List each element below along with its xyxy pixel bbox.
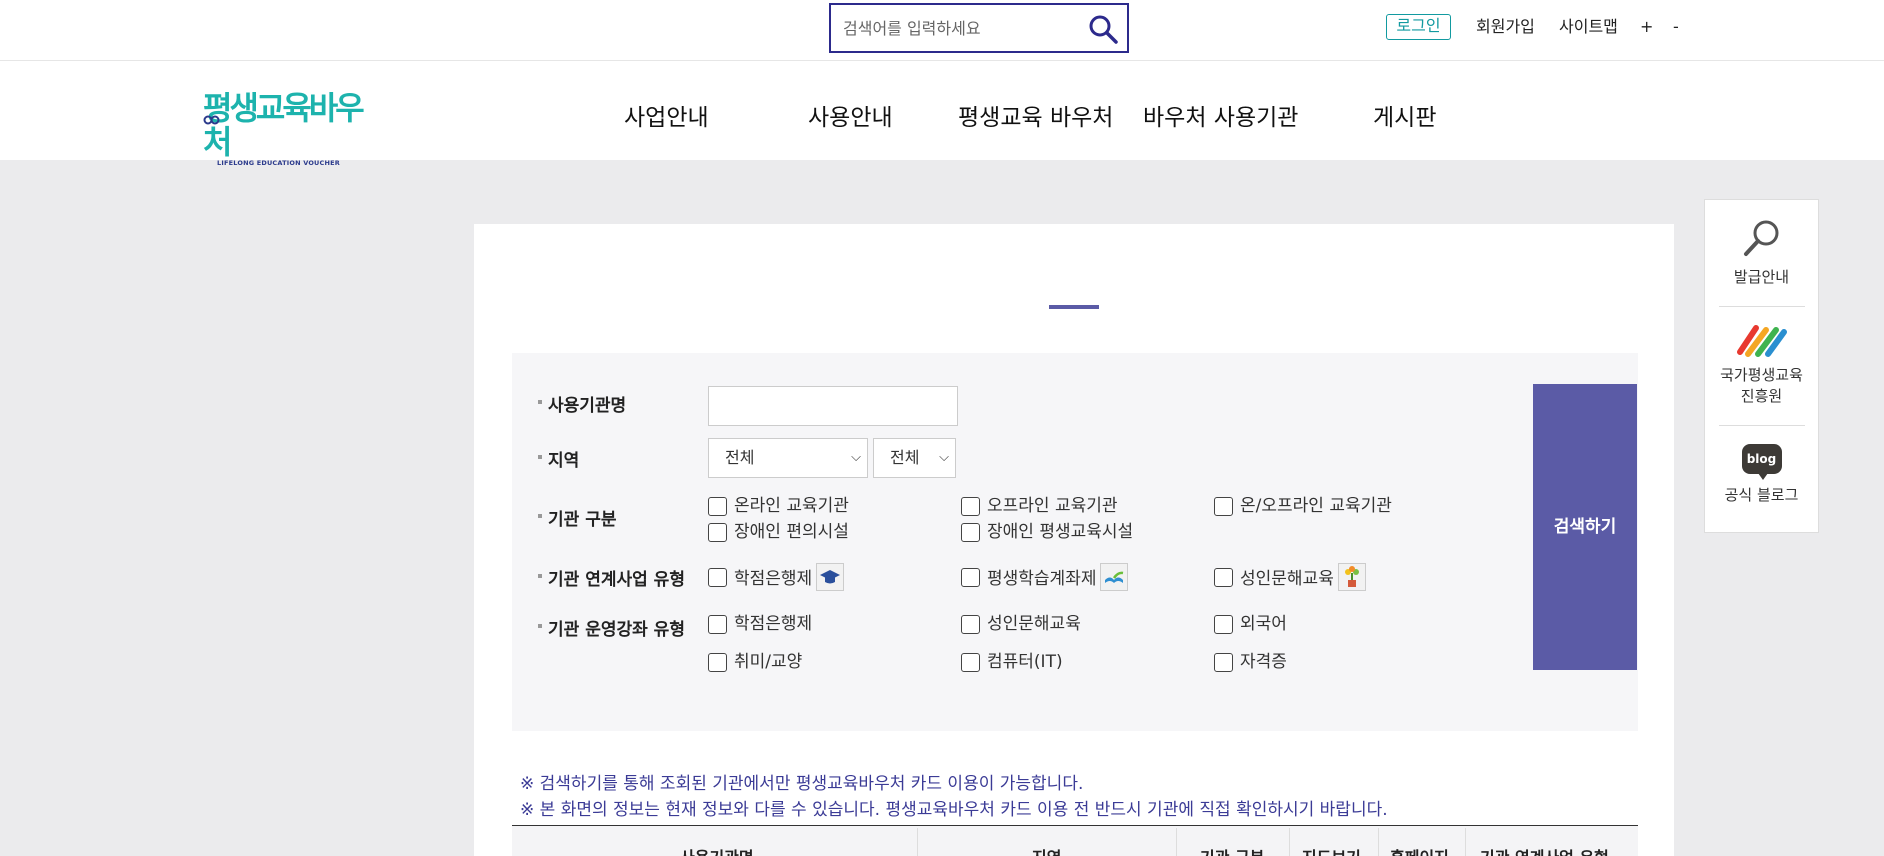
checkbox-box[interactable] bbox=[708, 615, 727, 634]
notice-line-2: ※ 본 화면의 정보는 현재 정보와 다를 수 있습니다. 평생교육바우처 카드… bbox=[520, 800, 1388, 820]
checkbox-box[interactable] bbox=[708, 497, 727, 516]
checkbox-box[interactable] bbox=[961, 568, 980, 587]
th-map: 지도보기 bbox=[1302, 844, 1361, 856]
column-divider bbox=[1176, 828, 1177, 856]
checkbox-box[interactable] bbox=[1214, 568, 1233, 587]
quick-nile-link[interactable]: 국가평생교육 진흥원 bbox=[1705, 322, 1818, 406]
quick-blog-label: 공식 블로그 bbox=[1724, 486, 1799, 504]
quick-issue-link[interactable]: 발급안내 bbox=[1705, 216, 1818, 287]
checkbox-box[interactable] bbox=[961, 653, 980, 672]
column-divider bbox=[1378, 828, 1379, 856]
checkbox-course-certificate[interactable]: 자격증 bbox=[1214, 650, 1287, 674]
open-book-icon bbox=[1100, 563, 1129, 591]
checkbox-box[interactable] bbox=[1214, 497, 1233, 516]
quick-menu: 발급안내 국가평생교육 진흥원 blog 공식 블로그 bbox=[1704, 199, 1819, 533]
checkbox-box[interactable] bbox=[708, 568, 727, 587]
checkbox-course-foreign-language[interactable]: 외국어 bbox=[1214, 612, 1287, 636]
region-select-2[interactable]: 전체 ⌵ bbox=[873, 438, 956, 478]
search-filter-panel: 사용기관명 지역 전체 ⌵ 전체 ⌵ 기관 구분 온라인 교육기관 오프라인 교… bbox=[512, 353, 1638, 731]
nav-business-info[interactable]: 사업안내 bbox=[624, 98, 709, 132]
label-institution-name: 사용기관명 bbox=[537, 391, 626, 416]
checkbox-program-learning-account[interactable]: 평생학습계좌제 bbox=[961, 563, 1129, 591]
th-region: 지역 bbox=[1032, 844, 1061, 856]
top-utility-bar: 로그인 회원가입 사이트맵 + - bbox=[0, 0, 1884, 61]
column-divider bbox=[917, 828, 918, 856]
divider bbox=[1719, 425, 1805, 426]
results-table-header: 사용기관명 지역 기관 구분 지도보기 홈페이지 기관 연계사업 유형 bbox=[512, 825, 1638, 856]
search-icon[interactable] bbox=[1087, 13, 1119, 45]
site-logo[interactable]: 평생교육바우처 LIFELONG EDUCATION VOUCHER bbox=[203, 91, 375, 167]
logo-subtitle: LIFELONG EDUCATION VOUCHER bbox=[217, 159, 340, 167]
checkbox-program-credit-bank[interactable]: 학점은행제 bbox=[708, 563, 845, 591]
quick-nile-label-2: 진흥원 bbox=[1740, 387, 1783, 405]
th-institution-name: 사용기관명 bbox=[680, 844, 754, 856]
checkbox-course-hobby[interactable]: 취미/교양 bbox=[708, 650, 802, 674]
quick-blog-link[interactable]: blog 공식 블로그 bbox=[1705, 444, 1818, 505]
checkbox-box[interactable] bbox=[961, 615, 980, 634]
chevron-down-icon: ⌵ bbox=[851, 450, 861, 465]
checkbox-box[interactable] bbox=[961, 497, 980, 516]
label-institution-type: 기관 구분 bbox=[537, 505, 616, 530]
nav-voucher[interactable]: 평생교육 바우처 bbox=[958, 98, 1113, 132]
th-homepage: 홈페이지 bbox=[1390, 844, 1449, 856]
nile-logo-icon bbox=[1736, 325, 1787, 357]
th-institution-type: 기관 구분 bbox=[1200, 844, 1264, 856]
blog-icon: blog bbox=[1741, 444, 1782, 480]
region-select-1[interactable]: 전체 ⌵ bbox=[708, 438, 868, 478]
plant-icon bbox=[1337, 563, 1366, 591]
main-navigation: 평생교육바우처 LIFELONG EDUCATION VOUCHER 사업안내 … bbox=[0, 61, 1884, 167]
nav-board[interactable]: 게시판 bbox=[1373, 98, 1436, 132]
label-region: 지역 bbox=[537, 446, 579, 471]
magnifier-icon bbox=[1743, 220, 1778, 256]
login-button[interactable]: 로그인 bbox=[1386, 14, 1451, 40]
chevron-down-icon: ⌵ bbox=[939, 450, 949, 465]
sitemap-link[interactable]: 사이트맵 bbox=[1559, 14, 1618, 40]
checkbox-program-adult-literacy[interactable]: 성인문해교육 bbox=[1214, 563, 1366, 591]
content-card: 사용기관명 지역 전체 ⌵ 전체 ⌵ 기관 구분 온라인 교육기관 오프라인 교… bbox=[474, 224, 1674, 856]
checkbox-course-credit-bank[interactable]: 학점은행제 bbox=[708, 612, 812, 636]
quick-nile-label-1: 국가평생교육 bbox=[1720, 366, 1803, 384]
checkbox-course-computer[interactable]: 컴퓨터(IT) bbox=[961, 650, 1063, 674]
search-box bbox=[829, 3, 1129, 53]
checkbox-course-adult-literacy[interactable]: 성인문해교육 bbox=[961, 612, 1081, 636]
zoom-out-button[interactable]: - bbox=[1673, 14, 1679, 40]
signup-link[interactable]: 회원가입 bbox=[1476, 14, 1535, 40]
th-program-type: 기관 연계사업 유형 bbox=[1480, 844, 1609, 856]
logo-text: 평생교육바우처 bbox=[203, 89, 365, 161]
checkbox-on-offline[interactable]: 온/오프라인 교육기관 bbox=[1214, 494, 1392, 518]
label-course-type: 기관 운영강좌 유형 bbox=[538, 615, 685, 640]
checkbox-box[interactable] bbox=[1214, 615, 1233, 634]
graduation-cap-icon bbox=[816, 563, 845, 591]
nav-voucher-institutions[interactable]: 바우처 사용기관 bbox=[1143, 98, 1298, 132]
column-divider bbox=[1465, 828, 1466, 856]
checkbox-offline[interactable]: 오프라인 교육기관 bbox=[961, 494, 1118, 518]
checkbox-box[interactable] bbox=[961, 523, 980, 542]
divider bbox=[1719, 306, 1805, 307]
notice-line-1: ※ 검색하기를 통해 조회된 기관에서만 평생교육바우처 카드 이용이 가능합니… bbox=[520, 774, 1084, 794]
title-underline bbox=[1049, 305, 1099, 309]
zoom-in-button[interactable]: + bbox=[1640, 14, 1653, 40]
nav-usage-info[interactable]: 사용안내 bbox=[808, 98, 893, 132]
search-submit-button[interactable]: 검색하기 bbox=[1533, 384, 1637, 670]
checkbox-online[interactable]: 온라인 교육기관 bbox=[708, 494, 849, 518]
label-program-type: 기관 연계사업 유형 bbox=[538, 565, 685, 590]
region-select-1-value: 전체 bbox=[725, 448, 755, 467]
quick-issue-label: 발급안내 bbox=[1733, 268, 1790, 286]
logo-loop-icon bbox=[203, 115, 220, 125]
checkbox-disabled-facility[interactable]: 장애인 편의시설 bbox=[708, 520, 849, 544]
checkbox-box[interactable] bbox=[708, 653, 727, 672]
checkbox-disabled-lifelong[interactable]: 장애인 평생교육시설 bbox=[961, 520, 1133, 544]
institution-name-input[interactable] bbox=[708, 386, 958, 426]
column-divider bbox=[1289, 828, 1290, 856]
region-select-2-value: 전체 bbox=[890, 448, 920, 467]
checkbox-box[interactable] bbox=[708, 523, 727, 542]
search-input[interactable] bbox=[843, 15, 1083, 41]
checkbox-box[interactable] bbox=[1214, 653, 1233, 672]
